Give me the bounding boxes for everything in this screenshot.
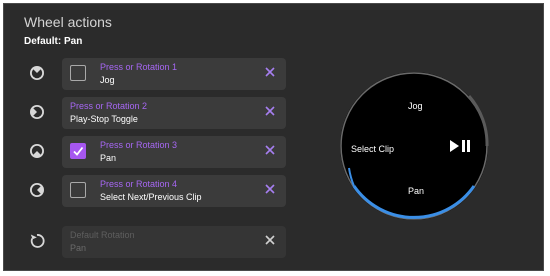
wheel-left-icon	[28, 103, 46, 121]
wheel-left-label: Select Clip	[351, 144, 395, 154]
press-rotation-4-value: Select Next/Previous Clip	[100, 192, 202, 202]
wheel-bottom-icon	[28, 142, 46, 160]
press-rotation-2-row[interactable]: Press or Rotation 2 Play-Stop Toggle	[62, 97, 286, 129]
press-rotation-3-checkbox[interactable]	[70, 143, 86, 159]
clear-icon[interactable]	[264, 66, 276, 78]
wheel-bottom-label: Pan	[408, 186, 425, 196]
press-rotation-1-value: Jog	[100, 75, 115, 85]
press-rotation-1-checkbox[interactable]	[70, 65, 86, 81]
wheel-right-icon	[28, 181, 46, 199]
wheel-top-label: Jog	[408, 101, 423, 111]
rotate-icon	[28, 232, 46, 250]
default-rotation-value: Pan	[70, 243, 87, 253]
default-rotation-row[interactable]: Default Rotation Pan	[62, 226, 286, 258]
press-rotation-4-row[interactable]: Press or Rotation 4 Select Next/Previous…	[62, 175, 286, 207]
clear-icon[interactable]	[264, 144, 276, 156]
press-rotation-2-label: Press or Rotation 2	[70, 101, 148, 111]
press-rotation-3-value: Pan	[100, 153, 117, 163]
clear-icon[interactable]	[264, 234, 276, 246]
press-rotation-2-value: Play-Stop Toggle	[70, 114, 138, 124]
panel-title: Wheel actions	[24, 14, 112, 30]
wheel-top-icon	[28, 64, 46, 82]
default-rotation-label: Default Rotation	[70, 230, 135, 240]
clear-icon[interactable]	[264, 183, 276, 195]
panel-subtitle: Default: Pan	[24, 36, 83, 47]
wheel-preview: Jog Select Clip Pan	[336, 68, 492, 224]
checkmark-icon	[73, 146, 84, 156]
press-rotation-4-label: Press or Rotation 4	[100, 179, 178, 189]
play-pause-icon	[450, 140, 470, 152]
press-rotation-3-label: Press or Rotation 3	[100, 140, 178, 150]
press-rotation-1-row[interactable]: Press or Rotation 1 Jog	[62, 58, 286, 90]
wheel-actions-panel: Wheel actions Default: Pan Press or Rota…	[3, 3, 544, 271]
press-rotation-3-row[interactable]: Press or Rotation 3 Pan	[62, 136, 286, 168]
clear-icon[interactable]	[264, 105, 276, 117]
press-rotation-4-checkbox[interactable]	[70, 182, 86, 198]
press-rotation-1-label: Press or Rotation 1	[100, 62, 178, 72]
